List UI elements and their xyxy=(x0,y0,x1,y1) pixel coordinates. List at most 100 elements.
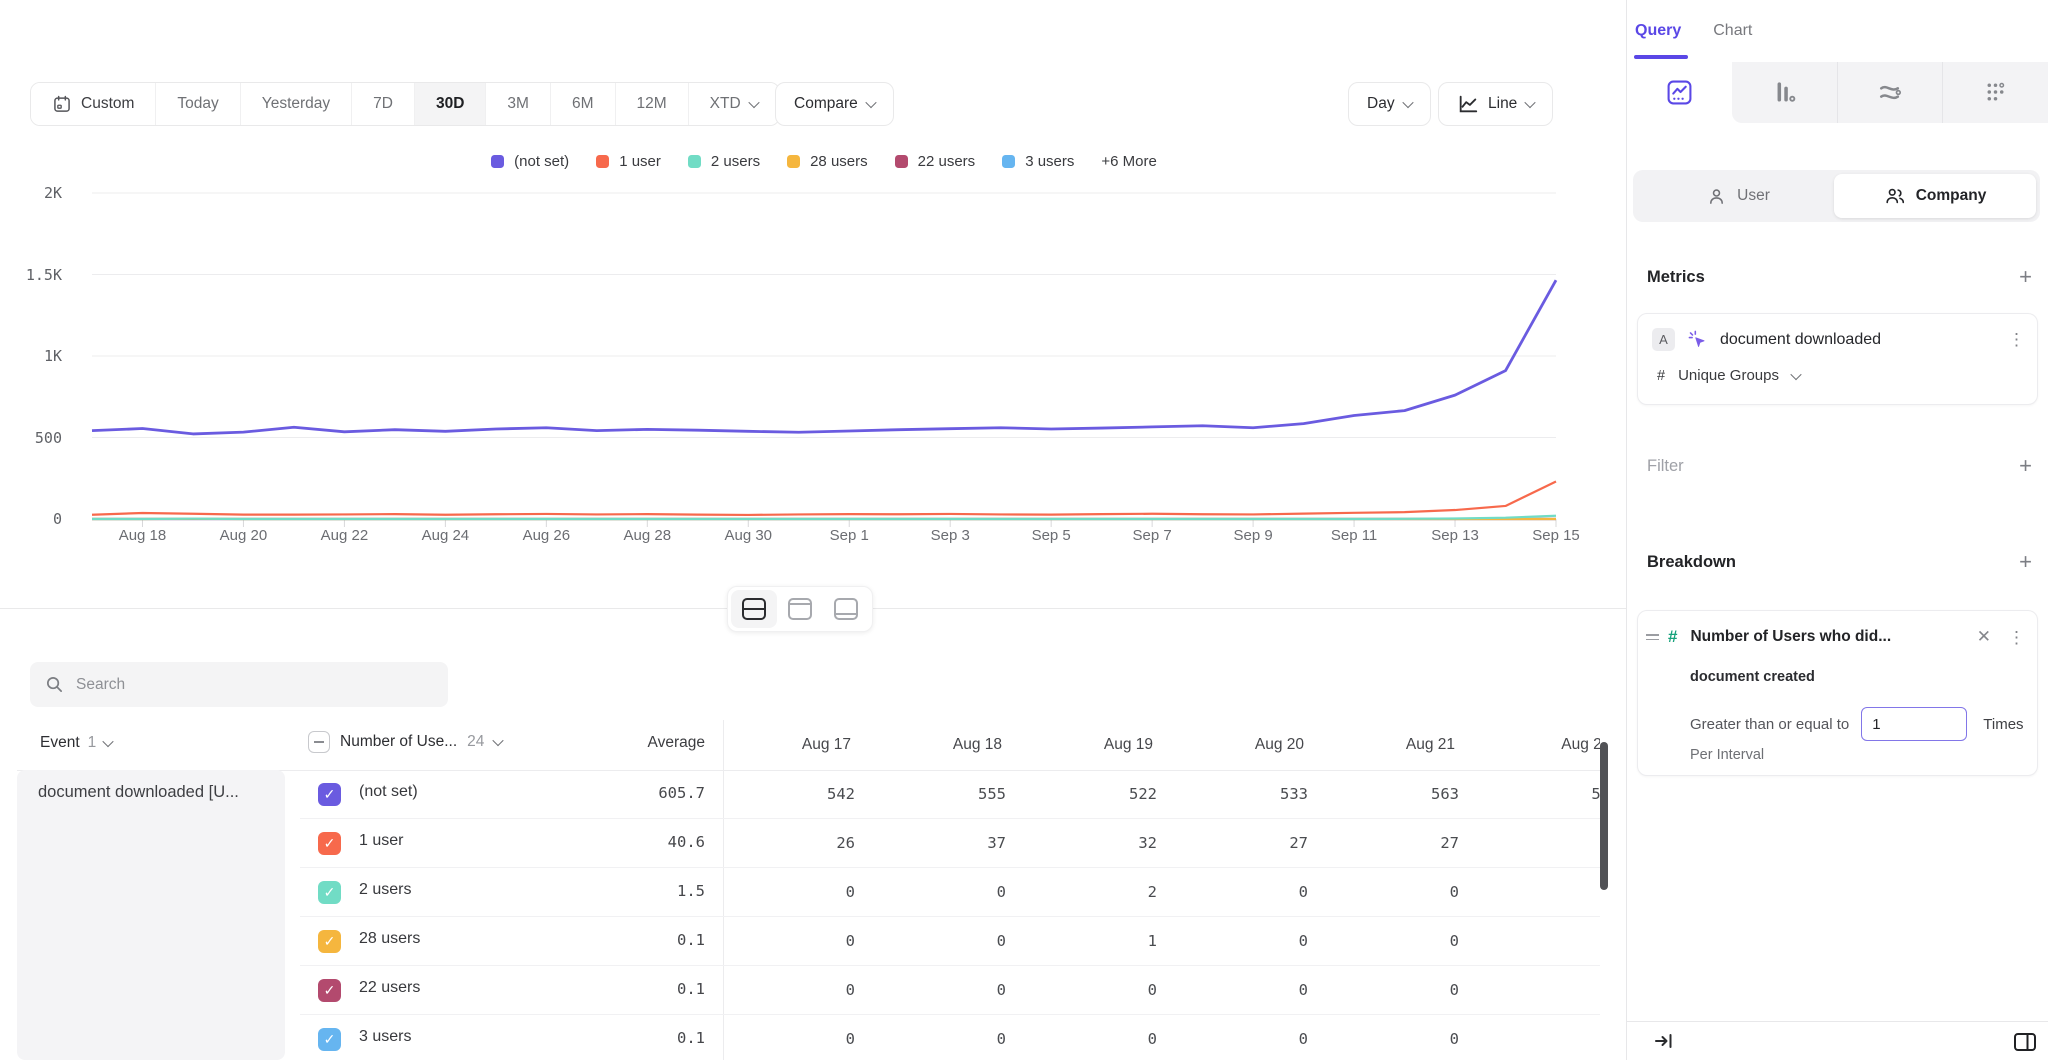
x-tick-label: Sep 3 xyxy=(905,527,995,544)
y-tick-label: 0 xyxy=(0,510,62,528)
select-all-checkbox[interactable] xyxy=(308,731,330,753)
main-panel: CustomTodayYesterday7D30D3M6M12MXTD Comp… xyxy=(0,0,1626,1060)
cell-value: 0 xyxy=(1204,868,1355,917)
series-checkbox[interactable]: ✓ xyxy=(318,832,341,855)
chart-only-view-button[interactable] xyxy=(777,590,823,628)
cell-value: 0 xyxy=(751,917,902,966)
scope-user-label: User xyxy=(1737,187,1770,205)
series-line xyxy=(92,482,1556,515)
x-tick-label: Sep 13 xyxy=(1410,527,1500,544)
cell-value: 2 xyxy=(1506,819,1600,868)
series-column-header[interactable]: Number of Use... 24 xyxy=(308,731,502,753)
x-tick-label: Aug 24 xyxy=(400,527,490,544)
scope-user-option[interactable]: User xyxy=(1633,170,1843,222)
series-label: 28 users xyxy=(359,930,420,948)
metrics-title: Metrics xyxy=(1647,268,1705,287)
split-view-icon xyxy=(742,598,766,620)
cell-value: 26 xyxy=(751,819,902,868)
user-icon xyxy=(1706,186,1727,207)
average-value: 0.1 xyxy=(677,980,705,998)
date-column-headers: Aug 17Aug 18Aug 19Aug 20Aug 21Aug 2 xyxy=(751,720,1600,770)
x-tick-label: Aug 18 xyxy=(97,527,187,544)
series-checkbox[interactable]: ✓ xyxy=(318,783,341,806)
cell-value: 0 xyxy=(1506,966,1600,1015)
chevron-down-icon xyxy=(1790,368,1801,379)
table-row: ✓28 users0.1001000 xyxy=(0,917,1626,966)
flow-chart-tab[interactable] xyxy=(1837,62,1943,123)
date-column-header: Aug 21 xyxy=(1355,720,1506,770)
date-column-header: Aug 17 xyxy=(751,720,902,770)
date-values: 000000 xyxy=(751,966,1600,1015)
cell-value: 0 xyxy=(902,1015,1053,1060)
y-tick-label: 1K xyxy=(0,347,62,365)
table-only-view-button[interactable] xyxy=(823,590,869,628)
scatter-chart-tab[interactable] xyxy=(1942,62,2048,123)
bar-chart-tab[interactable] xyxy=(1732,62,1837,123)
table-row: ✓(not set)605.754255552253356353 xyxy=(0,770,1626,819)
panel-toggle-icon[interactable] xyxy=(2012,1030,2038,1054)
metric-menu-icon[interactable]: ⋮ xyxy=(2008,331,2025,348)
cell-value: 0 xyxy=(902,917,1053,966)
line-chart-tab[interactable] xyxy=(1627,62,1732,123)
table-row: ✓1 user40.626373227272 xyxy=(0,819,1626,868)
table-row: ✓3 users0.1000000 xyxy=(0,1015,1626,1060)
metrics-section-header: Metrics + xyxy=(1647,266,2032,288)
layout-toggle-group xyxy=(727,586,873,632)
breakdown-title: Breakdown xyxy=(1647,553,1736,572)
table-row: ✓22 users0.1000000 xyxy=(0,966,1626,1015)
cell-value: 0 xyxy=(1204,966,1355,1015)
cell-value: 27 xyxy=(1204,819,1355,868)
condition-value-input[interactable] xyxy=(1861,707,1967,741)
breakdown-card[interactable]: # Number of Users who did... ✕ ⋮ documen… xyxy=(1637,610,2038,776)
cell-value: 0 xyxy=(1506,1015,1600,1060)
date-values: 002000 xyxy=(751,868,1600,917)
split-view-button[interactable] xyxy=(731,590,777,628)
add-filter-button[interactable]: + xyxy=(2019,455,2032,477)
series-checkbox[interactable]: ✓ xyxy=(318,1028,341,1051)
add-breakdown-button[interactable]: + xyxy=(2019,551,2032,573)
metric-aggregation[interactable]: # Unique Groups xyxy=(1657,367,1800,384)
cell-value: 0 xyxy=(902,868,1053,917)
breakdown-menu-icon[interactable]: ⋮ xyxy=(2008,629,2025,646)
cell-value: 0 xyxy=(1355,868,1506,917)
series-label: (not set) xyxy=(359,783,418,801)
line-chart[interactable] xyxy=(0,0,1626,560)
vertical-scrollbar[interactable] xyxy=(1600,742,1608,890)
average-value: 0.1 xyxy=(677,1029,705,1047)
metric-card[interactable]: A document downloaded ⋮ # Unique Groups xyxy=(1637,313,2038,405)
scope-toggle[interactable]: User Company xyxy=(1633,170,2040,222)
metric-row: A document downloaded ⋮ xyxy=(1652,328,2025,351)
series-checkbox[interactable]: ✓ xyxy=(318,979,341,1002)
close-icon[interactable]: ✕ xyxy=(1977,627,1991,647)
x-tick-label: Aug 30 xyxy=(703,527,793,544)
series-line xyxy=(92,516,1556,519)
date-column-header: Aug 20 xyxy=(1204,720,1355,770)
cell-value: 0 xyxy=(902,966,1053,1015)
tab-query[interactable]: Query xyxy=(1635,22,1681,40)
cell-value: 0 xyxy=(751,966,902,1015)
search-placeholder: Search xyxy=(76,676,125,694)
scope-company-option[interactable]: Company xyxy=(1834,174,2036,218)
breakdown-card-title: Number of Users who did... xyxy=(1690,628,1967,646)
x-tick-label: Sep 9 xyxy=(1208,527,1298,544)
series-checkbox[interactable]: ✓ xyxy=(318,881,341,904)
series-label: 3 users xyxy=(359,1028,411,1046)
series-checkbox[interactable]: ✓ xyxy=(318,930,341,953)
search-input[interactable]: Search xyxy=(30,662,448,707)
collapse-panel-icon[interactable] xyxy=(1653,1031,1675,1051)
filter-section-header: Filter + xyxy=(1647,455,2032,477)
scope-company-label: Company xyxy=(1916,187,1987,205)
tab-chart[interactable]: Chart xyxy=(1713,22,1752,40)
chevron-down-icon xyxy=(103,736,114,747)
y-tick-label: 500 xyxy=(0,429,62,447)
add-metric-button[interactable]: + xyxy=(2019,266,2032,288)
scatter-chart-icon xyxy=(1982,79,2009,106)
drag-handle-icon[interactable] xyxy=(1646,634,1659,641)
active-tab-underline xyxy=(1634,55,1688,59)
x-tick-label: Sep 1 xyxy=(804,527,894,544)
average-value: 0.1 xyxy=(677,931,705,949)
chevron-down-icon xyxy=(493,735,504,746)
event-column-header[interactable]: Event 1 xyxy=(40,734,112,752)
breakdown-event-name: document created xyxy=(1690,669,1815,685)
date-values: 26373227272 xyxy=(751,819,1600,868)
